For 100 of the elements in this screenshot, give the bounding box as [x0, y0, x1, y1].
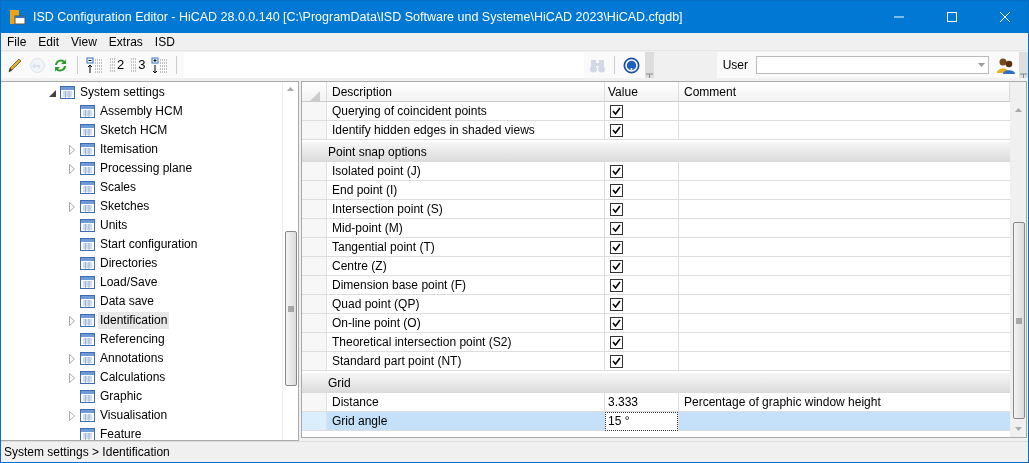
checkbox[interactable]	[610, 123, 623, 137]
window-title: ISD Configuration Editor - HiCAD 28.0.0.140 [C:\ProgramData\ISD Software und Systeme\HiCAD 2023\HiCAD.cfgdb]	[33, 8, 684, 26]
expand-level-button[interactable]: 3	[129, 55, 147, 75]
scroll-thumb[interactable]	[1012, 222, 1025, 419]
collapsed-arrow-icon[interactable]	[69, 144, 75, 155]
menu-item[interactable]: ISD	[148, 33, 181, 50]
tree-item[interactable]: Calculations	[98, 369, 168, 386]
checkbox[interactable]	[610, 104, 623, 118]
property-name: On-line point (O)	[327, 314, 605, 332]
tree-item[interactable]: Scales	[98, 179, 139, 196]
row-header[interactable]	[302, 121, 327, 139]
table-icon	[80, 105, 95, 118]
checkbox[interactable]	[610, 164, 623, 178]
refresh-icon	[52, 56, 69, 74]
property-name: Tangential point (T)	[327, 238, 605, 256]
users-icon[interactable]	[997, 56, 1015, 74]
menu-item[interactable]: Edit	[32, 33, 66, 50]
checkbox[interactable]	[610, 316, 623, 330]
tree-item[interactable]: Units	[98, 217, 130, 234]
grip-icon	[287, 305, 294, 312]
property-name: Centre (Z)	[327, 257, 605, 275]
menu-item[interactable]: View	[65, 33, 103, 50]
row-header[interactable]	[302, 162, 327, 180]
undo-icon	[29, 56, 46, 74]
help-button[interactable]	[622, 55, 642, 75]
row-header[interactable]	[302, 257, 327, 275]
collapsed-arrow-icon[interactable]	[69, 201, 75, 212]
dotted-lines-icon	[130, 57, 139, 73]
close-icon[interactable]	[1000, 12, 1010, 22]
table-icon	[80, 371, 95, 384]
tree-item[interactable]: Itemisation	[98, 141, 161, 158]
expanded-arrow-icon[interactable]	[48, 88, 56, 97]
expand-levels-icon	[151, 56, 169, 74]
property-value[interactable]: 3.333	[608, 393, 639, 411]
scroll-thumb[interactable]	[284, 231, 297, 386]
collapsed-arrow-icon[interactable]	[69, 315, 75, 326]
row-header[interactable]	[302, 200, 327, 218]
column-header[interactable]: Value	[605, 82, 679, 101]
collapsed-arrow-icon[interactable]	[69, 410, 75, 421]
property-name: Theoretical intersection point (S2)	[327, 333, 605, 351]
checkbox[interactable]	[610, 354, 623, 368]
scroll-up-icon[interactable]	[287, 87, 294, 91]
property-name: Identify hidden edges in shaded views	[327, 121, 605, 139]
tree-item[interactable]: Feature	[98, 426, 144, 440]
tree-item[interactable]: System settings	[78, 84, 167, 101]
tree-item[interactable]: Sketch HCM	[98, 122, 170, 139]
expand-levels-button[interactable]	[150, 55, 170, 75]
property-name: Quad point (QP)	[327, 295, 605, 313]
row-header[interactable]	[302, 219, 327, 237]
dropdown-arrow-icon	[978, 63, 985, 67]
tree-item[interactable]: Load/Save	[98, 274, 160, 291]
row-header[interactable]	[302, 393, 327, 411]
tree-scrollbar[interactable]	[282, 82, 298, 440]
table-icon	[80, 409, 95, 422]
property-name: End point (I)	[327, 181, 605, 199]
row-header[interactable]	[302, 314, 327, 332]
row-header[interactable]	[302, 352, 327, 370]
menu-item[interactable]: File	[1, 33, 33, 50]
tree-item[interactable]: Data save	[98, 293, 157, 310]
tree-item[interactable]: Sketches	[98, 198, 152, 215]
row-header[interactable]	[302, 276, 327, 294]
table-icon	[80, 257, 95, 270]
collapsed-arrow-icon[interactable]	[69, 353, 75, 364]
checkbox[interactable]	[610, 240, 623, 254]
row-header[interactable]	[302, 295, 327, 313]
checkbox[interactable]	[610, 221, 623, 235]
table-icon	[80, 390, 95, 403]
table-icon	[80, 295, 95, 308]
tree-item[interactable]: Directories	[98, 255, 160, 272]
row-header[interactable]	[302, 238, 327, 256]
tree-item[interactable]: Visualisation	[98, 407, 170, 424]
row-header[interactable]	[302, 181, 327, 199]
tree-item[interactable]: Assembly HCM	[98, 103, 185, 120]
tree-item[interactable]: Annotations	[98, 350, 166, 367]
user-dropdown[interactable]	[756, 56, 989, 74]
scroll-up-icon[interactable]	[1015, 108, 1022, 112]
maximize-icon[interactable]	[947, 12, 957, 22]
tree-item[interactable]: Processing plane	[98, 160, 195, 177]
collapsed-arrow-icon[interactable]	[69, 163, 75, 174]
checkbox[interactable]	[610, 335, 623, 349]
menu-item[interactable]: Extras	[102, 33, 149, 50]
checkbox[interactable]	[610, 259, 623, 273]
column-header[interactable]: Description	[327, 82, 605, 101]
tree-item[interactable]: Referencing	[98, 331, 167, 348]
checkbox[interactable]	[610, 202, 623, 216]
collapsed-arrow-icon[interactable]	[69, 372, 75, 383]
status-text: System settings > Identification	[4, 444, 170, 461]
expand-level-button[interactable]: 2	[108, 55, 126, 75]
checkbox[interactable]	[610, 183, 623, 197]
tree-item[interactable]: Graphic	[98, 388, 145, 405]
scroll-down-icon[interactable]	[1015, 427, 1022, 431]
row-header[interactable]	[302, 102, 327, 120]
toolbar-grip[interactable]	[1019, 52, 1028, 78]
collapse-levels-button[interactable]	[85, 55, 104, 75]
tree-item[interactable]: Start configuration	[98, 236, 200, 253]
toolbar-grip[interactable]	[645, 52, 655, 78]
row-header[interactable]	[302, 333, 327, 351]
tree-item[interactable]: Identification	[98, 312, 170, 329]
checkbox[interactable]	[610, 297, 623, 311]
checkbox[interactable]	[610, 278, 623, 292]
